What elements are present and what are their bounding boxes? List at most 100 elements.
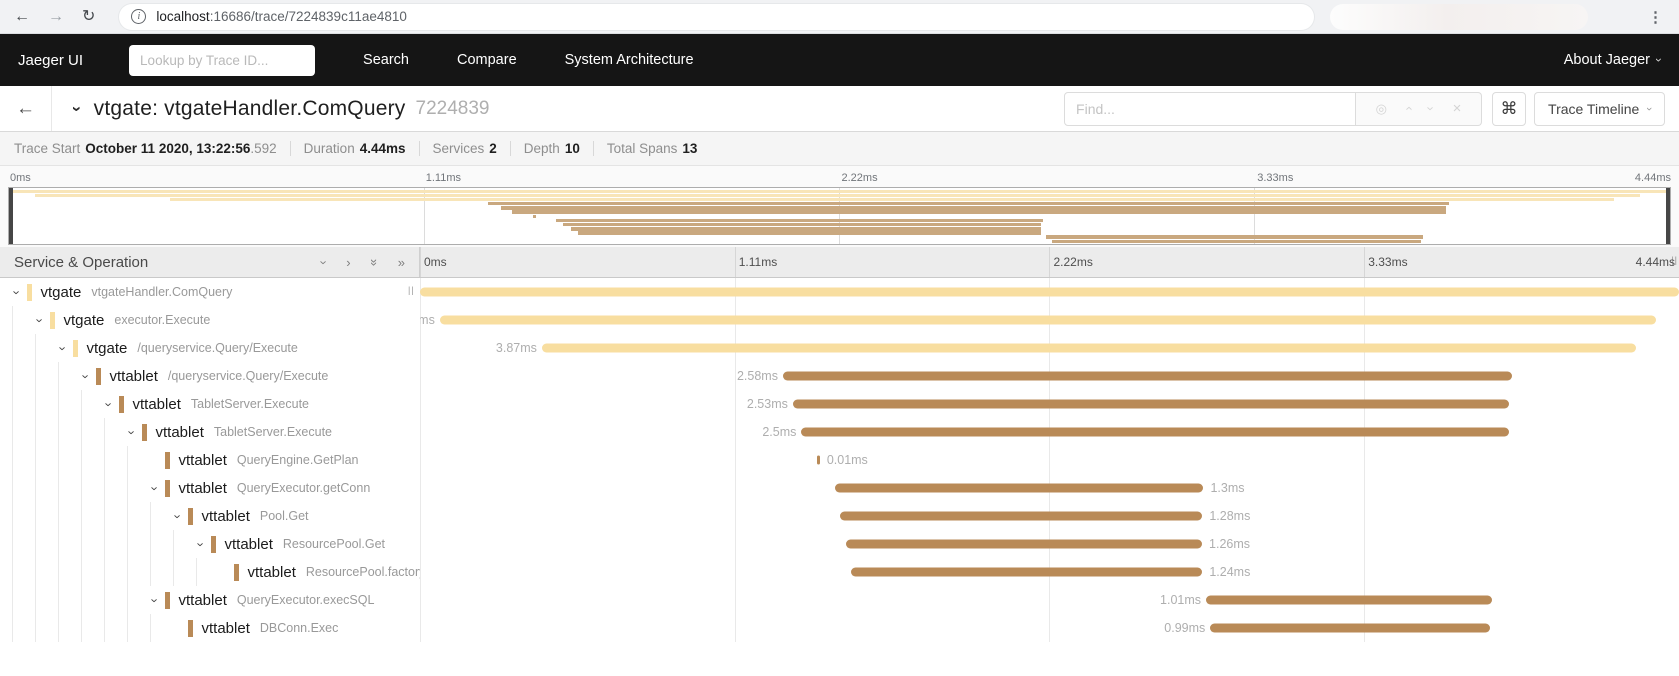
operation-name: /queryservice.Query/Execute	[168, 369, 329, 383]
tree-guide-line	[127, 558, 128, 586]
trace-id-lookup-input[interactable]	[129, 45, 315, 76]
collapse-trace-detail-icon[interactable]: ›	[74, 99, 80, 119]
prev-match-icon[interactable]: ›	[1406, 102, 1410, 115]
span-row[interactable]: ›vttablet/queryservice.Query/Execute2.58…	[0, 362, 1679, 390]
span-name-cell: ›vttablet/queryservice.Query/Execute	[0, 362, 420, 390]
browser-back-icon[interactable]: ←	[14, 9, 30, 25]
span-duration-bar[interactable]	[793, 400, 1509, 409]
span-duration-bar[interactable]	[840, 512, 1202, 521]
time-tick-label: 4.44ms	[1636, 255, 1675, 269]
site-info-icon[interactable]: i	[131, 9, 146, 24]
tree-guide-line	[81, 586, 82, 614]
span-row[interactable]: ›vttabletResourcePool.Get1.26ms	[0, 530, 1679, 558]
span-timeline-cell: 1.01ms	[420, 586, 1679, 614]
minimap-left-scrubber[interactable]	[9, 188, 13, 244]
span-duration-bar[interactable]	[783, 372, 1512, 381]
focus-match-icon[interactable]: ◎	[1376, 102, 1387, 115]
span-row[interactable]: ›vtgate/queryservice.Query/Execute3.87ms	[0, 334, 1679, 362]
tree-guide-line	[35, 418, 36, 446]
span-row[interactable]: ›vttabletQueryExecutor.getConn1.3ms	[0, 474, 1679, 502]
nav-item-compare[interactable]: Compare	[457, 52, 517, 68]
column-splitter[interactable]: ||	[408, 285, 415, 295]
span-expand-chevron-icon[interactable]: ›	[171, 510, 185, 523]
collapse-one-icon[interactable]: ›	[322, 256, 326, 269]
keyboard-shortcuts-button[interactable]: ⌘	[1492, 92, 1526, 126]
tree-guide-line	[104, 418, 105, 446]
span-row[interactable]: ›vttabletPool.Get1.28ms	[0, 502, 1679, 530]
span-row[interactable]: ›vtgatevtgateHandler.ComQuery	[0, 278, 1679, 306]
span-duration-bar[interactable]	[542, 344, 1637, 353]
operation-name: QueryEngine.GetPlan	[237, 453, 359, 467]
span-row[interactable]: ›vttabletQueryEngine.GetPlan0.01ms	[0, 446, 1679, 474]
span-duration-bar[interactable]	[801, 428, 1508, 437]
find-input[interactable]	[1064, 92, 1356, 126]
span-duration-bar[interactable]	[817, 456, 820, 465]
meta-services: Services2	[433, 141, 497, 156]
operation-name: TabletServer.Execute	[191, 397, 309, 411]
span-timeline-cell: 0.01ms	[420, 446, 1679, 474]
span-expand-chevron-icon[interactable]: ›	[10, 286, 24, 299]
address-bar[interactable]: i localhost:16686/trace/7224839c11ae4810	[119, 4, 1314, 30]
meta-total-spans: Total Spans13	[607, 141, 698, 156]
nav-item-search[interactable]: Search	[363, 52, 409, 68]
span-expand-chevron-icon[interactable]: ›	[148, 482, 162, 495]
span-expand-chevron-icon[interactable]: ›	[79, 370, 93, 383]
nav-item-system-architecture[interactable]: System Architecture	[565, 52, 694, 68]
tree-guide-line	[58, 614, 59, 642]
span-row[interactable]: ›vttabletDBConn.Exec0.99ms	[0, 614, 1679, 642]
service-name: vttablet	[179, 592, 227, 609]
about-jaeger-menu[interactable]: About Jaeger ›	[1564, 52, 1661, 68]
span-expand-chevron-icon[interactable]: ›	[56, 342, 70, 355]
tree-controls: › › » »	[322, 256, 405, 269]
expand-one-icon[interactable]: ›	[346, 256, 350, 269]
span-row[interactable]: ›vttabletQueryExecutor.execSQL1.01ms	[0, 586, 1679, 614]
span-expand-chevron-icon[interactable]: ›	[102, 398, 116, 411]
meta-value: 4.44ms	[360, 141, 406, 156]
span-name-cell: ›vttabletQueryExecutor.getConn	[0, 474, 420, 502]
span-expand-chevron-icon[interactable]: ›	[194, 538, 208, 551]
span-duration-bar[interactable]	[420, 288, 1679, 297]
service-name: vtgate	[41, 284, 82, 301]
minimap-right-scrubber[interactable]	[1666, 188, 1670, 244]
tree-guide-line	[127, 502, 128, 530]
span-expand-chevron-icon[interactable]: ›	[33, 314, 47, 327]
timeline-column-headers: Service & Operation › › » » || 0ms1.11ms…	[0, 247, 1679, 278]
span-row[interactable]: ›vttabletTabletServer.Execute2.5ms	[0, 418, 1679, 446]
span-duration-bar[interactable]	[1210, 624, 1490, 633]
tree-guide-line	[12, 390, 13, 418]
operation-name: TabletServer.Execute	[214, 425, 332, 439]
tree-guide-line	[12, 530, 13, 558]
span-expand-chevron-icon[interactable]: ›	[148, 594, 162, 607]
browser-menu-icon[interactable]: ⋮	[1648, 8, 1663, 26]
tree-guide-line	[35, 614, 36, 642]
span-duration-bar[interactable]	[846, 540, 1202, 549]
tree-guide-line	[81, 474, 82, 502]
jaeger-logo[interactable]: Jaeger UI	[18, 52, 83, 69]
span-row[interactable]: ›vttabletResourcePool.factory1.24ms	[0, 558, 1679, 586]
browser-reload-icon[interactable]: ↻	[82, 9, 95, 25]
tree-guide-line	[35, 362, 36, 390]
jaeger-navbar: Jaeger UI Search Compare System Architectu…	[0, 34, 1679, 86]
back-button[interactable]: ←	[0, 86, 52, 131]
operation-name: Pool.Get	[260, 509, 309, 523]
find-controls: ◎ › › ×	[1356, 92, 1482, 126]
span-duration-bar[interactable]	[835, 484, 1204, 493]
tree-guide-line	[58, 502, 59, 530]
tree-guide-line	[58, 558, 59, 586]
browser-forward-icon[interactable]: →	[48, 9, 64, 25]
meta-divider	[593, 141, 594, 156]
span-duration-bar[interactable]	[440, 316, 1656, 325]
span-duration-bar[interactable]	[1206, 596, 1492, 605]
span-duration-bar[interactable]	[851, 568, 1202, 577]
next-match-icon[interactable]: ›	[1429, 102, 1433, 115]
collapse-all-icon[interactable]: »	[371, 256, 378, 269]
span-row[interactable]: ›vtgateexecutor.Executems	[0, 306, 1679, 334]
meta-label: Duration	[304, 141, 355, 156]
expand-all-icon[interactable]: »	[398, 256, 405, 269]
span-row[interactable]: ›vttabletTabletServer.Execute2.53ms	[0, 390, 1679, 418]
trace-view-selector[interactable]: Trace Timeline ›	[1534, 92, 1665, 126]
minimap-canvas[interactable]	[8, 187, 1671, 245]
tree-guide-line	[81, 446, 82, 474]
clear-find-icon[interactable]: ×	[1453, 101, 1462, 116]
span-expand-chevron-icon[interactable]: ›	[125, 426, 139, 439]
